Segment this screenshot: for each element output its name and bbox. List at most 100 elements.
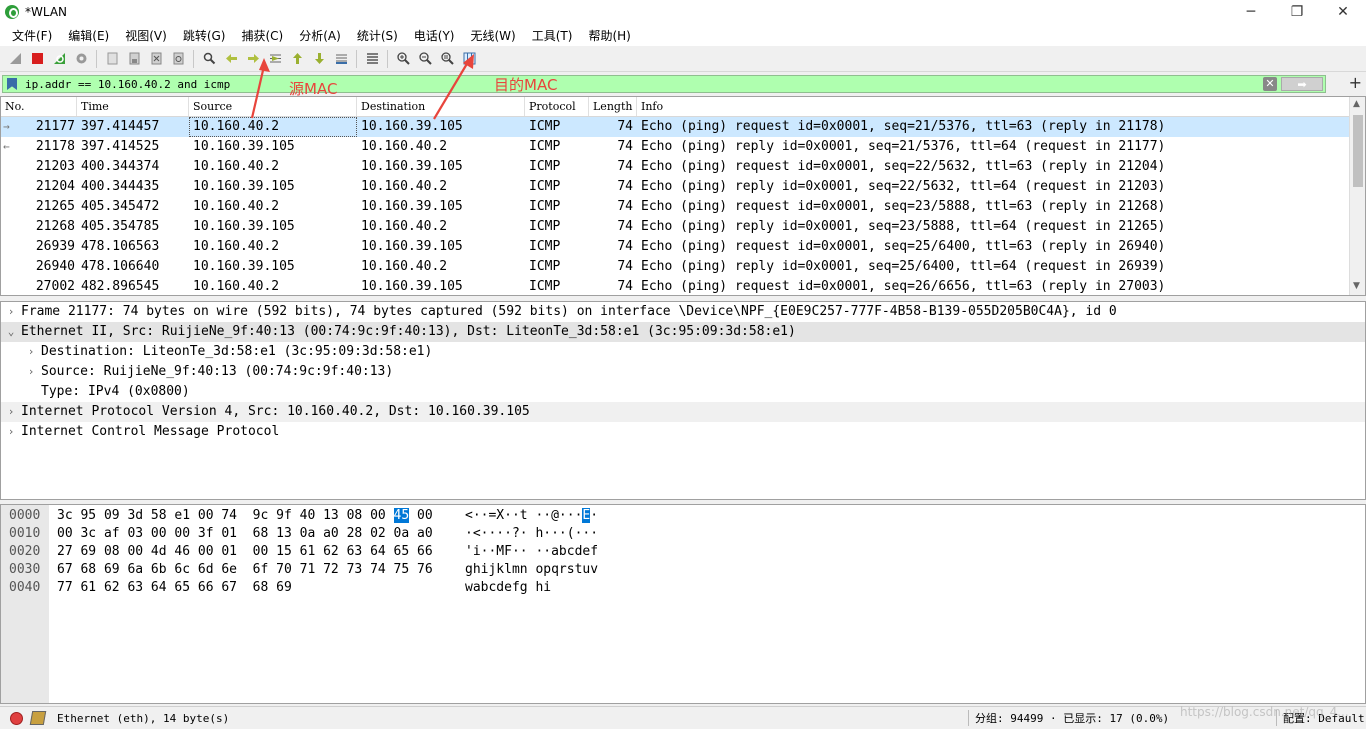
menu-wireless[interactable]: 无线(W) xyxy=(463,27,524,44)
cell-length: 74 xyxy=(617,279,633,294)
go-first-packet-button[interactable] xyxy=(287,49,307,69)
chevron-down-icon[interactable]: ⌄ xyxy=(1,322,21,342)
detail-tree-item[interactable]: ⌄ Ethernet II, Src: RuijieNe_9f:40:13 (00… xyxy=(1,322,1365,342)
clear-filter-button[interactable]: ✕ xyxy=(1263,77,1277,91)
cell-no: 21203 xyxy=(35,159,75,174)
minimize-button[interactable]: ─ xyxy=(1228,0,1274,24)
menu-telephony[interactable]: 电话(Y) xyxy=(406,27,463,44)
column-length[interactable]: Length xyxy=(589,97,637,116)
chevron-right-icon[interactable]: › xyxy=(21,342,41,362)
colorize-button[interactable] xyxy=(362,49,382,69)
zoom-out-button[interactable] xyxy=(415,49,435,69)
column-time[interactable]: Time xyxy=(77,97,189,116)
ascii-bytes[interactable]: ghijklmn opqrstuv xyxy=(465,561,598,579)
menu-file[interactable]: 文件(F) xyxy=(4,27,60,44)
capture-comment-icon[interactable] xyxy=(29,711,47,725)
autoscroll-button[interactable] xyxy=(331,49,351,69)
go-to-packet-button[interactable] xyxy=(265,49,285,69)
close-window-button[interactable]: ✕ xyxy=(1320,0,1366,24)
maximize-button[interactable]: ❐ xyxy=(1274,0,1320,24)
arrow-up-icon xyxy=(292,53,302,64)
go-forward-button[interactable] xyxy=(243,49,263,69)
detail-tree-item[interactable]: › Internet Control Message Protocol xyxy=(1,422,1365,442)
zoom-in-button[interactable] xyxy=(393,49,413,69)
column-destination[interactable]: Destination xyxy=(357,97,525,116)
column-source[interactable]: Source xyxy=(189,97,357,116)
packet-row[interactable]: → 21177 397.414457 10.160.40.2 10.160.39.105… xyxy=(1,117,1365,137)
packet-row[interactable]: 27002 482.896545 10.160.40.2 10.160.39.105 I… xyxy=(1,277,1365,295)
column-no[interactable]: No. xyxy=(1,97,77,116)
cell-destination: 10.160.39.105 xyxy=(361,239,463,254)
cell-length: 74 xyxy=(617,219,633,234)
detail-tree-item[interactable]: › Internet Protocol Version 4, Src: 10.16… xyxy=(1,402,1365,422)
detail-tree-item[interactable]: › Destination: LiteonTe_3d:58:e1 (3c:95:0… xyxy=(1,342,1365,362)
scrollbar-thumb[interactable] xyxy=(1353,115,1363,187)
menu-view[interactable]: 视图(V) xyxy=(117,27,175,44)
restart-capture-button[interactable] xyxy=(49,49,69,69)
start-capture-button[interactable] xyxy=(5,49,25,69)
display-filter-input[interactable]: ip.addr == 10.160.40.2 and icmp ✕ ➡ xyxy=(2,75,1326,93)
cell-destination: 10.160.39.105 xyxy=(361,279,463,294)
bookmark-icon[interactable] xyxy=(7,78,17,90)
menu-tools[interactable]: 工具(T) xyxy=(524,27,581,44)
packet-details-tree[interactable]: › Frame 21177: 74 bytes on wire (592 bits… xyxy=(0,301,1366,500)
packet-row[interactable]: 21204 400.344435 10.160.39.105 10.160.40.2 I… xyxy=(1,177,1365,197)
menu-edit[interactable]: 编辑(E) xyxy=(60,27,117,44)
packet-list-scrollbar[interactable]: ▲ ▼ xyxy=(1349,97,1365,295)
ascii-text: ghijklmn opqrstuv xyxy=(465,562,599,577)
packet-row[interactable]: 26939 478.106563 10.160.40.2 10.160.39.105 I… xyxy=(1,237,1365,257)
ascii-bytes[interactable]: <··=X··t ··@···E· xyxy=(465,507,598,525)
cell-protocol: ICMP xyxy=(529,119,561,134)
hex-bytes[interactable]: 77 61 62 63 64 65 66 67 68 69 xyxy=(57,579,292,597)
chevron-right-icon[interactable]: › xyxy=(21,362,41,382)
hex-bytes[interactable]: 27 69 08 00 4d 46 00 01 00 15 61 62 63 6… xyxy=(57,543,433,561)
detail-tree-item[interactable]: › Frame 21177: 74 bytes on wire (592 bits… xyxy=(1,302,1365,322)
reload-file-button[interactable] xyxy=(168,49,188,69)
ascii-bytes[interactable]: ·<····?· h···(··· xyxy=(465,525,598,543)
expert-info-icon[interactable] xyxy=(10,711,23,725)
scroll-down-icon[interactable]: ▼ xyxy=(1353,281,1360,291)
chevron-right-icon[interactable]: › xyxy=(1,422,21,442)
menu-go[interactable]: 跳转(G) xyxy=(175,27,234,44)
column-protocol[interactable]: Protocol xyxy=(525,97,589,116)
detail-tree-item[interactable]: › Source: RuijieNe_9f:40:13 (00:74:9c:9f:… xyxy=(1,362,1365,382)
apply-filter-button[interactable]: ➡ xyxy=(1281,77,1323,91)
stop-capture-button[interactable] xyxy=(27,49,47,69)
find-packet-button[interactable] xyxy=(199,49,219,69)
detail-tree-item[interactable]: ›Type: IPv4 (0x0800) xyxy=(1,382,1365,402)
cell-destination: 10.160.40.2 xyxy=(361,259,448,274)
packet-row[interactable]: 21268 405.354785 10.160.39.105 10.160.40.2 I… xyxy=(1,217,1365,237)
packet-list[interactable]: No. Time Source Destination Protocol Len… xyxy=(0,96,1366,296)
cell-source: 10.160.40.2 xyxy=(193,279,280,294)
normal-size-button[interactable] xyxy=(437,49,457,69)
cell-info: Echo (ping) request id=0x0001, seq=25/64… xyxy=(641,239,1166,254)
hex-bytes[interactable]: 00 3c af 03 00 00 3f 01 68 13 0a a0 28 0… xyxy=(57,525,433,543)
ascii-bytes[interactable]: 'i··MF·· ··abcdef xyxy=(465,543,598,561)
packet-row[interactable]: ← 21178 397.414525 10.160.39.105 10.160.40.2… xyxy=(1,137,1365,157)
menu-statistics[interactable]: 统计(S) xyxy=(349,27,406,44)
packet-bytes-pane[interactable]: 0000 3c 95 09 3d 58 e1 00 74 9c 9f 40 13 … xyxy=(0,504,1366,704)
menu-analyze[interactable]: 分析(A) xyxy=(291,27,349,44)
go-last-packet-button[interactable] xyxy=(309,49,329,69)
scroll-up-icon[interactable]: ▲ xyxy=(1353,99,1360,109)
open-file-button[interactable] xyxy=(102,49,122,69)
chevron-right-icon[interactable]: › xyxy=(1,302,21,322)
ascii-bytes[interactable]: wabcdefg hi xyxy=(465,579,551,597)
capture-options-button[interactable] xyxy=(71,49,91,69)
hex-bytes[interactable]: 67 68 69 6a 6b 6c 6d 6e 6f 70 71 72 73 7… xyxy=(57,561,433,579)
menu-capture[interactable]: 捕获(C) xyxy=(233,27,291,44)
packet-row[interactable]: 21265 405.345472 10.160.40.2 10.160.39.105 I… xyxy=(1,197,1365,217)
resize-columns-button[interactable] xyxy=(459,49,479,69)
packet-row[interactable]: 21203 400.344374 10.160.40.2 10.160.39.105 I… xyxy=(1,157,1365,177)
add-filter-button[interactable]: + xyxy=(1349,74,1362,92)
chevron-right-icon[interactable]: › xyxy=(1,402,21,422)
go-back-button[interactable] xyxy=(221,49,241,69)
column-info[interactable]: Info xyxy=(637,97,1365,116)
hex-highlight[interactable]: 45 xyxy=(393,508,410,523)
packet-row[interactable]: 26940 478.106640 10.160.39.105 10.160.40.2 I… xyxy=(1,257,1365,277)
hex-bytes[interactable]: 3c 95 09 3d 58 e1 00 74 9c 9f 40 13 08 0… xyxy=(57,507,433,525)
close-file-button[interactable] xyxy=(146,49,166,69)
packet-list-header: No. Time Source Destination Protocol Len… xyxy=(1,97,1365,117)
save-file-button[interactable] xyxy=(124,49,144,69)
menu-help[interactable]: 帮助(H) xyxy=(580,27,638,44)
